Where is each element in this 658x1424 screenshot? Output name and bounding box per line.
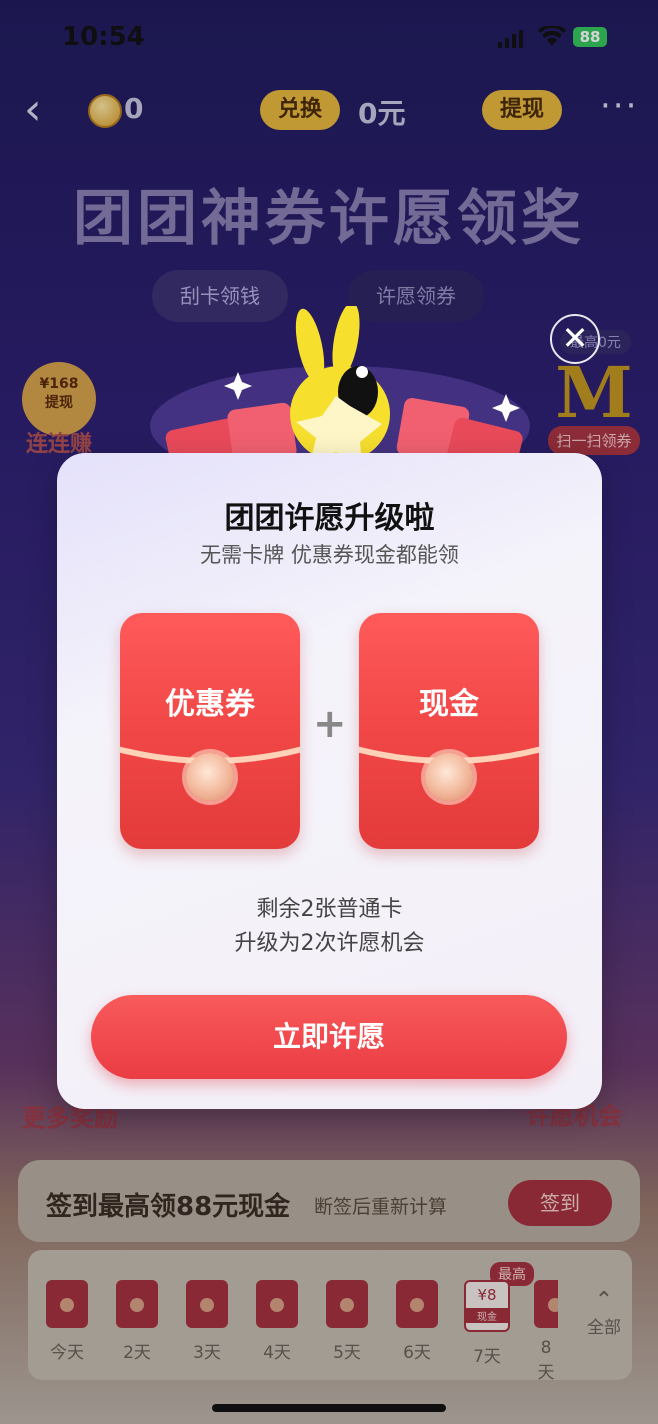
modal-subtitle: 无需卡牌 优惠券现金都能领	[200, 543, 459, 567]
plus-icon: +	[313, 701, 347, 747]
modal-title: 团团许愿升级啦	[224, 501, 435, 536]
cash-envelope: 现金	[359, 613, 539, 849]
coupon-envelope: 优惠券	[120, 613, 300, 849]
envelope-seal-icon	[186, 753, 234, 801]
mascot-envelopes-illustration	[150, 306, 530, 466]
remaining-cards-text: 剩余2张普通卡	[256, 897, 403, 922]
coupon-envelope-label: 优惠券	[165, 687, 255, 722]
modal-info: 剩余2张普通卡 升级为2次许愿机会	[57, 893, 602, 961]
wish-now-button[interactable]: 立即许愿	[91, 995, 567, 1079]
envelope-seal-icon	[425, 753, 473, 801]
upgrade-chance-text: 升级为2次许愿机会	[234, 931, 425, 956]
cash-envelope-label: 现金	[419, 687, 479, 722]
wish-upgrade-modal: 团团许愿升级啦 无需卡牌 优惠券现金都能领 优惠券 + 现金 剩余2张普通卡 升…	[57, 453, 602, 1109]
close-button[interactable]: ✕	[550, 314, 600, 364]
